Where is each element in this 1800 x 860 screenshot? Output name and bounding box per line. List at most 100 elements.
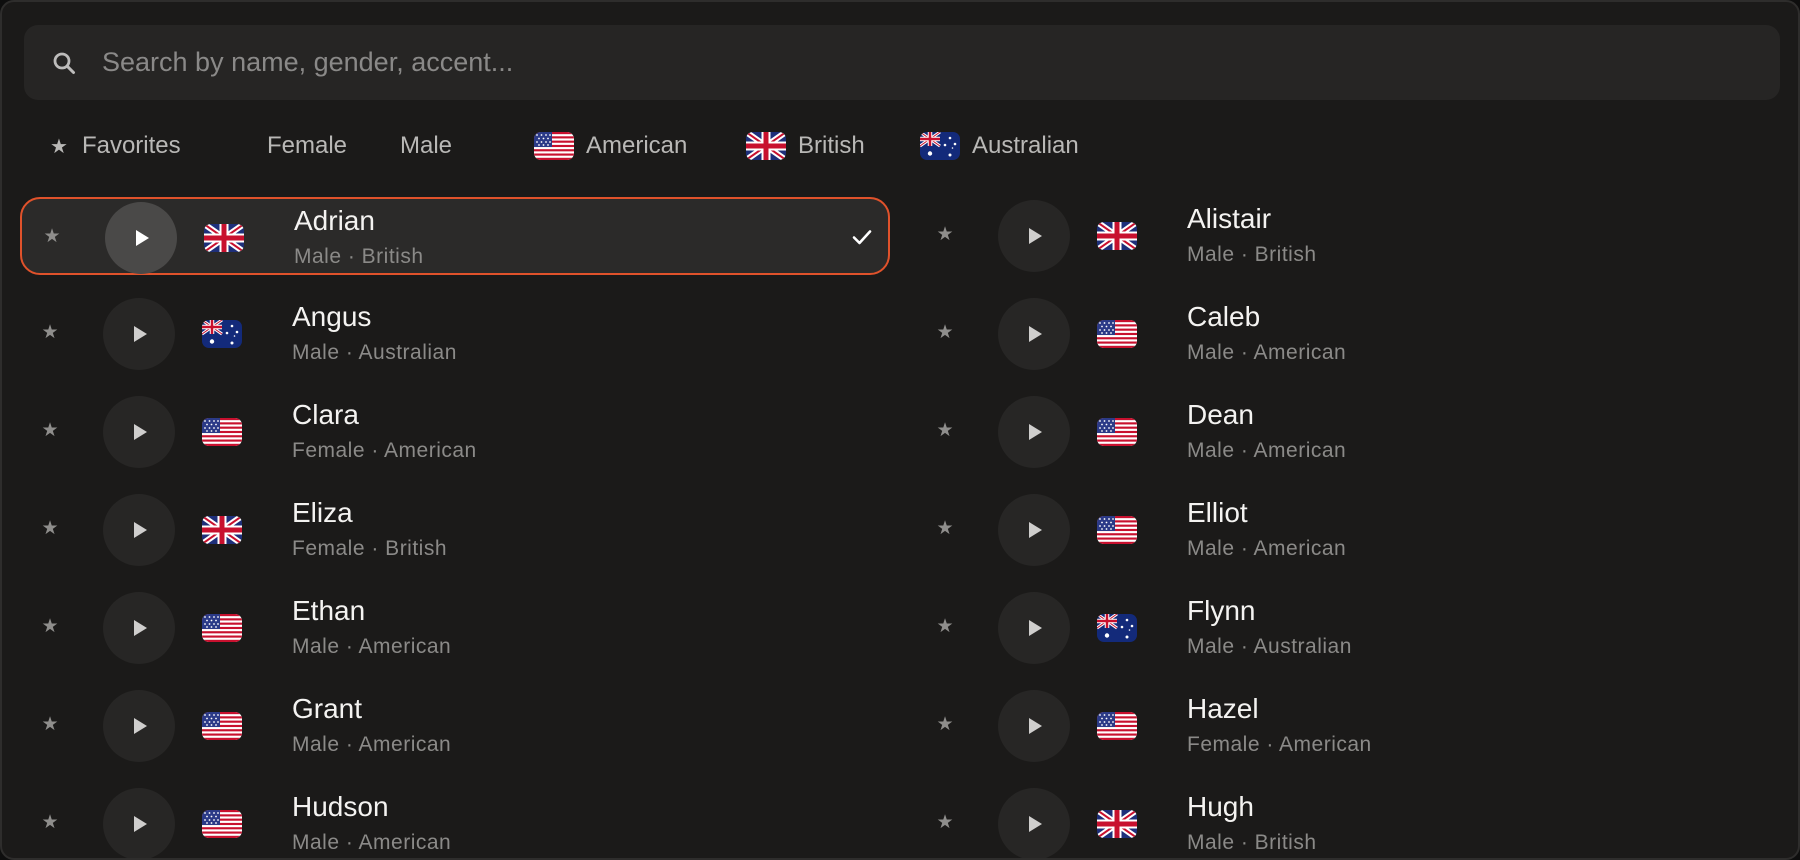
voice-meta: Male · British <box>1187 243 1317 266</box>
voice-name: Adrian <box>294 205 375 236</box>
american-flag-icon <box>202 614 242 642</box>
play-button[interactable] <box>105 202 177 274</box>
play-button[interactable] <box>103 494 175 566</box>
favorite-star-icon[interactable]: ★ <box>933 811 957 835</box>
favorite-star-icon[interactable]: ★ <box>933 517 957 541</box>
voice-meta: Male · American <box>1187 537 1347 560</box>
play-button[interactable] <box>103 690 175 762</box>
australian-flag-icon <box>202 320 242 348</box>
play-button[interactable] <box>103 788 175 858</box>
star-icon: ★ <box>50 135 68 158</box>
favorite-star-icon[interactable]: ★ <box>38 811 62 835</box>
voice-row[interactable]: ★ Clara Female · American <box>20 393 890 471</box>
search-bar[interactable] <box>24 25 1780 100</box>
filter-british[interactable]: British <box>746 122 865 170</box>
voice-meta: Female · American <box>1187 733 1372 756</box>
favorite-star-icon[interactable]: ★ <box>38 321 62 345</box>
play-button[interactable] <box>998 396 1070 468</box>
voice-row[interactable]: ★ Adrian Male · British <box>20 197 890 275</box>
voice-row[interactable]: ★ Ethan Male · American <box>20 589 890 667</box>
play-icon <box>1029 228 1042 244</box>
voice-row[interactable]: ★ Grant Male · American <box>20 687 890 765</box>
voice-row[interactable]: ★ Hazel Female · American <box>915 687 1785 765</box>
play-button[interactable] <box>998 494 1070 566</box>
voice-row[interactable]: ★ Alistair Male · British <box>915 197 1785 275</box>
filter-male-label: Male <box>400 132 453 159</box>
american-flag-icon <box>1097 712 1137 740</box>
american-flag-icon <box>202 418 242 446</box>
check-icon <box>852 230 872 245</box>
play-button[interactable] <box>998 592 1070 664</box>
voice-row[interactable]: ★ Hugh Male · British <box>915 785 1785 858</box>
play-button[interactable] <box>998 788 1070 858</box>
favorite-star-icon[interactable]: ★ <box>933 321 957 345</box>
voice-meta: Male · British <box>1187 831 1317 854</box>
voice-name: Caleb <box>1187 301 1261 332</box>
play-icon <box>1029 620 1042 636</box>
play-icon <box>134 326 147 342</box>
filter-australian-label: Australian <box>972 132 1079 159</box>
voice-meta: Male · Australian <box>292 341 457 364</box>
search-input[interactable] <box>102 25 1742 100</box>
american-flag-icon <box>1097 320 1137 348</box>
voice-name: Clara <box>292 399 359 430</box>
favorite-star-icon[interactable]: ★ <box>38 615 62 639</box>
american-flag-icon <box>1097 516 1137 544</box>
play-button[interactable] <box>998 298 1070 370</box>
play-button[interactable] <box>998 690 1070 762</box>
filter-australian[interactable]: Australian <box>920 122 1079 170</box>
play-icon <box>134 424 147 440</box>
voice-row[interactable]: ★ Elliot Male · American <box>915 491 1785 569</box>
filter-american[interactable]: American <box>534 122 687 170</box>
voice-name: Dean <box>1187 399 1254 430</box>
filter-bar: ★ Favorites Female Male American British… <box>2 122 1798 170</box>
voice-name: Flynn <box>1187 595 1256 626</box>
play-icon <box>134 522 147 538</box>
american-flag-icon <box>1097 418 1137 446</box>
voice-name: Ethan <box>292 595 366 626</box>
favorite-star-icon[interactable]: ★ <box>38 517 62 541</box>
play-button[interactable] <box>998 200 1070 272</box>
filter-british-label: British <box>798 132 865 159</box>
play-button[interactable] <box>103 298 175 370</box>
voice-name: Grant <box>292 693 363 724</box>
play-button[interactable] <box>103 396 175 468</box>
favorite-star-icon[interactable]: ★ <box>38 713 62 737</box>
filter-female[interactable]: Female <box>267 122 347 170</box>
voice-meta: Female · British <box>292 537 448 560</box>
play-icon <box>1029 424 1042 440</box>
filter-american-label: American <box>586 132 688 159</box>
voice-name: Hudson <box>292 791 389 822</box>
voice-name: Hazel <box>1187 693 1259 724</box>
favorite-star-icon[interactable]: ★ <box>933 223 957 247</box>
american-flag-icon <box>202 810 242 838</box>
favorite-star-icon[interactable]: ★ <box>38 419 62 443</box>
filter-male[interactable]: Male <box>400 122 452 170</box>
favorite-star-icon[interactable]: ★ <box>933 713 957 737</box>
voice-name: Elliot <box>1187 497 1248 528</box>
play-icon <box>1029 816 1042 832</box>
play-icon <box>134 816 147 832</box>
favorite-star-icon[interactable]: ★ <box>933 419 957 443</box>
british-flag-icon <box>204 224 244 252</box>
play-icon <box>134 718 147 734</box>
voice-row[interactable]: ★ Dean Male · American <box>915 393 1785 471</box>
voice-row[interactable]: ★ Caleb Male · American <box>915 295 1785 373</box>
voice-row[interactable]: ★ Eliza Female · British <box>20 491 890 569</box>
voice-row[interactable]: ★ Flynn Male · Australian <box>915 589 1785 667</box>
voice-picker-panel: ★ Favorites Female Male American <box>0 0 1800 860</box>
voice-row[interactable]: ★ Angus Male · Australian <box>20 295 890 373</box>
filter-female-label: Female <box>267 132 348 159</box>
search-icon <box>53 52 75 74</box>
favorite-star-icon[interactable]: ★ <box>40 225 64 249</box>
play-button[interactable] <box>103 592 175 664</box>
favorite-star-icon[interactable]: ★ <box>933 615 957 639</box>
british-flag-icon <box>202 516 242 544</box>
voice-name: Angus <box>292 301 372 332</box>
voice-meta: Male · American <box>292 635 452 658</box>
voice-meta: Male · Australian <box>1187 635 1352 658</box>
filter-favorites[interactable]: ★ Favorites <box>50 122 181 170</box>
voice-meta: Male · American <box>292 733 452 756</box>
american-flag-icon <box>534 132 574 160</box>
voice-row[interactable]: ★ Hudson Male · American <box>20 785 890 858</box>
